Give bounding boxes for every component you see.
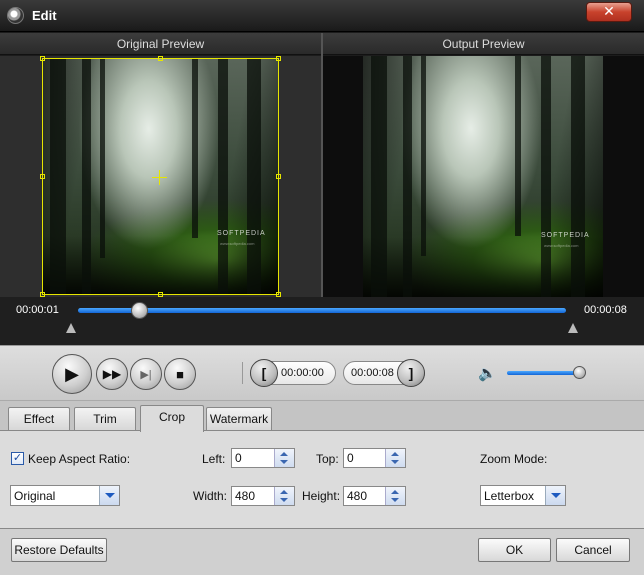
title-bar: Edit ✕ (0, 0, 644, 32)
fast-forward-button[interactable]: ▶▶ (96, 358, 128, 390)
keep-aspect-ratio-checkbox[interactable]: ✓ (11, 452, 24, 465)
aspect-ratio-value: Original (14, 489, 56, 503)
zoom-mode-dropdown-icon[interactable] (545, 486, 565, 505)
edit-tabs: Effect Trim Crop Watermark (0, 400, 644, 432)
set-trim-end-button[interactable]: ] (397, 359, 425, 387)
current-time-label: 00:00:01 (16, 304, 59, 316)
width-spinbox[interactable]: 480 (231, 486, 295, 506)
left-value: 0 (235, 451, 242, 465)
next-frame-button[interactable]: ▶| (130, 358, 162, 390)
crop-handle-top-left[interactable] (40, 56, 45, 61)
left-spinbox[interactable]: 0 (231, 448, 295, 468)
set-trim-start-button[interactable]: [ (250, 359, 278, 387)
cancel-button[interactable]: Cancel (556, 538, 630, 562)
ok-button[interactable]: OK (478, 538, 551, 562)
progress-slider[interactable] (78, 308, 566, 313)
zoom-mode-value: Letterbox (484, 489, 535, 503)
height-value: 480 (347, 489, 368, 503)
play-button[interactable]: ▶ (52, 354, 92, 394)
tab-watermark[interactable]: Watermark (206, 407, 272, 431)
volume-slider-thumb[interactable] (572, 366, 586, 379)
width-spin-arrows[interactable] (274, 487, 294, 505)
restore-defaults-button[interactable]: Restore Defaults (11, 538, 107, 562)
timeline-bar: 00:00:01 00:00:08 (0, 297, 644, 345)
height-spinbox[interactable]: 480 (343, 486, 406, 506)
output-preview-header: Output Preview (323, 33, 644, 55)
volume-icon[interactable]: 🔈 (478, 364, 498, 382)
output-watermark-text: SOFTPEDIA (541, 232, 590, 239)
width-value: 480 (235, 489, 256, 503)
stop-button[interactable]: ■ (164, 358, 196, 390)
aspect-ratio-select[interactable]: Original (10, 485, 120, 506)
output-preview-image: SOFTPEDIA www.softpedia.com (363, 56, 603, 297)
left-label: Left: (202, 452, 226, 466)
app-logo-icon (7, 7, 24, 24)
top-spin-arrows[interactable] (385, 449, 405, 467)
crop-handle-top[interactable] (158, 56, 163, 61)
zoom-mode-select[interactable]: Letterbox (480, 485, 566, 506)
window-title: Edit (32, 8, 57, 23)
trim-start-marker[interactable] (66, 323, 76, 333)
trim-end-marker[interactable] (568, 323, 578, 333)
playback-controls: ▶ ▶▶ ▶| ■ 00:00:00 [ 00:00:08 ] 🔈 (0, 345, 644, 400)
tab-trim[interactable]: Trim (74, 407, 136, 431)
aspect-ratio-dropdown-icon[interactable] (99, 486, 119, 505)
crop-center-crosshair-vertical[interactable] (159, 170, 160, 185)
end-time-label: 00:00:08 (584, 304, 627, 316)
original-preview-header: Original Preview (0, 33, 321, 55)
tab-effect[interactable]: Effect (8, 407, 70, 431)
dialog-footer: Restore Defaults OK Cancel (0, 528, 644, 575)
width-label: Width: (193, 489, 228, 503)
top-spinbox[interactable]: 0 (343, 448, 406, 468)
crop-handle-left[interactable] (40, 174, 45, 179)
left-spin-arrows[interactable] (274, 449, 294, 467)
crop-handle-right[interactable] (276, 174, 281, 179)
original-preview-pane: SOFTPEDIA www.softpedia.com (0, 56, 321, 297)
progress-slider-thumb[interactable] (130, 302, 148, 319)
zoom-mode-label: Zoom Mode: (480, 452, 548, 466)
height-spin-arrows[interactable] (385, 487, 405, 505)
height-label: Height: (302, 489, 341, 503)
volume-slider[interactable] (507, 371, 583, 375)
top-label: Top: (316, 452, 339, 466)
output-watermark-url: www.softpedia.com (544, 243, 579, 248)
controls-separator (242, 362, 243, 384)
output-preview-pane: SOFTPEDIA www.softpedia.com (323, 56, 644, 297)
keep-aspect-ratio-label: Keep Aspect Ratio: (28, 452, 131, 466)
close-button[interactable]: ✕ (586, 2, 632, 22)
tab-crop[interactable]: Crop (140, 405, 204, 432)
top-value: 0 (347, 451, 354, 465)
crop-handle-top-right[interactable] (276, 56, 281, 61)
crop-panel: ✓ Keep Aspect Ratio: Left: 0 Top: 0 Zoom… (0, 430, 644, 528)
